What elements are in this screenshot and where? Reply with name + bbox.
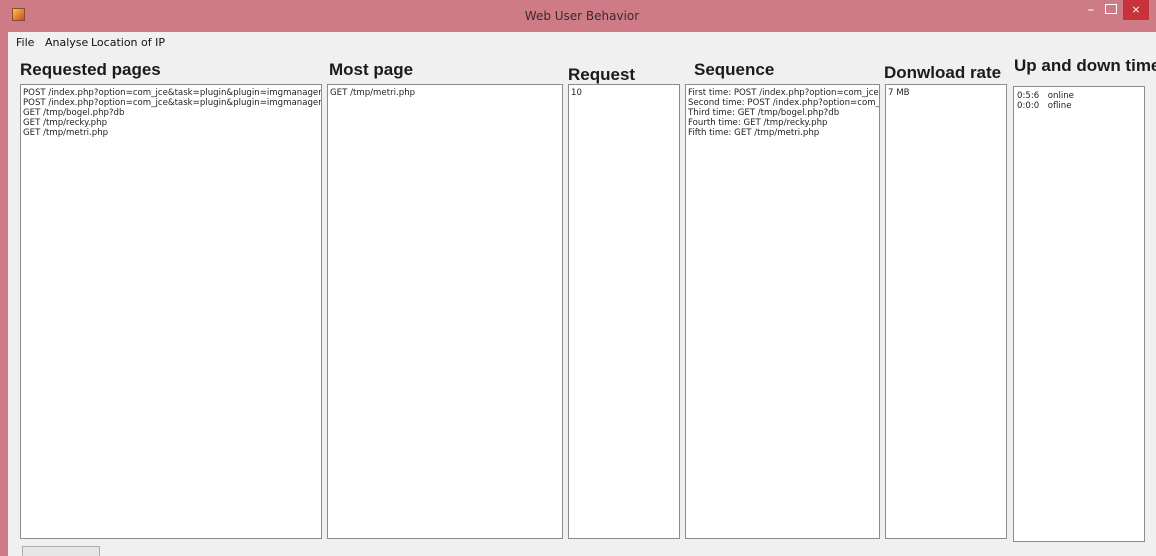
menu-analyse[interactable]: Analyse bbox=[45, 36, 88, 49]
list-item[interactable]: Fourth time: GET /tmp/recky.php bbox=[688, 118, 879, 128]
menu-bar: File Analyse Location of IP bbox=[8, 32, 1156, 54]
title-bar[interactable]: Web User Behavior – × bbox=[8, 0, 1156, 32]
sequence-header: Sequence bbox=[694, 60, 775, 79]
list-item[interactable]: GET /tmp/bogel.php?db bbox=[23, 108, 321, 118]
list-item[interactable]: POST /index.php?option=com_jce&task=plug… bbox=[23, 98, 321, 108]
downtime-value: 0:0:0 bbox=[1017, 101, 1040, 111]
download-rate-header: Donwload rate bbox=[884, 63, 1002, 82]
sequence-list[interactable]: First time: POST /index.php?option=com_j… bbox=[685, 84, 880, 539]
request-count-box[interactable]: 10 bbox=[568, 84, 680, 539]
up-down-time-header: Up and down time bbox=[1014, 56, 1156, 75]
menu-location-of-ip[interactable]: Location of IP bbox=[91, 36, 165, 49]
status-label: online bbox=[1047, 91, 1074, 101]
requested-pages-header: Requested pages bbox=[20, 60, 161, 79]
close-button[interactable]: × bbox=[1123, 0, 1149, 20]
list-item[interactable]: Second time: POST /index.php?option=com_… bbox=[688, 98, 879, 108]
list-item[interactable]: Third time: GET /tmp/bogel.php?db bbox=[688, 108, 879, 118]
list-item[interactable]: GET /tmp/recky.php bbox=[23, 118, 321, 128]
action-button[interactable] bbox=[22, 546, 100, 556]
most-page-value: GET /tmp/metri.php bbox=[330, 88, 416, 98]
most-page-box[interactable]: GET /tmp/metri.php bbox=[327, 84, 563, 539]
uptime-value: 0:5:6 bbox=[1017, 91, 1040, 101]
window-title: Web User Behavior bbox=[524, 9, 640, 23]
list-item[interactable]: GET /tmp/metri.php bbox=[23, 128, 321, 138]
list-item[interactable]: Fifth time: GET /tmp/metri.php bbox=[688, 128, 879, 138]
download-rate-value: 7 MB bbox=[888, 88, 910, 98]
up-down-time-list[interactable]: 0:5:6 online 0:0:0 ofline bbox=[1013, 86, 1145, 542]
status-label: ofline bbox=[1047, 101, 1072, 111]
list-item[interactable]: 0:5:6 online bbox=[1017, 91, 1144, 101]
minimize-button[interactable]: – bbox=[1081, 3, 1101, 20]
maximize-button[interactable] bbox=[1105, 4, 1117, 14]
list-item[interactable]: POST /index.php?option=com_jce&task=plug… bbox=[23, 88, 321, 98]
app-window: Web User Behavior – × File Analyse Locat… bbox=[8, 0, 1156, 556]
request-count-value: 10 bbox=[571, 88, 582, 98]
list-item[interactable]: First time: POST /index.php?option=com_j… bbox=[688, 88, 879, 98]
menu-file[interactable]: File bbox=[16, 36, 34, 49]
most-page-header: Most page bbox=[329, 60, 414, 79]
list-item[interactable]: 0:0:0 ofline bbox=[1017, 101, 1144, 111]
requested-pages-list[interactable]: POST /index.php?option=com_jce&task=plug… bbox=[20, 84, 322, 539]
request-header: Request bbox=[568, 65, 636, 84]
download-rate-box[interactable]: 7 MB bbox=[885, 84, 1007, 539]
